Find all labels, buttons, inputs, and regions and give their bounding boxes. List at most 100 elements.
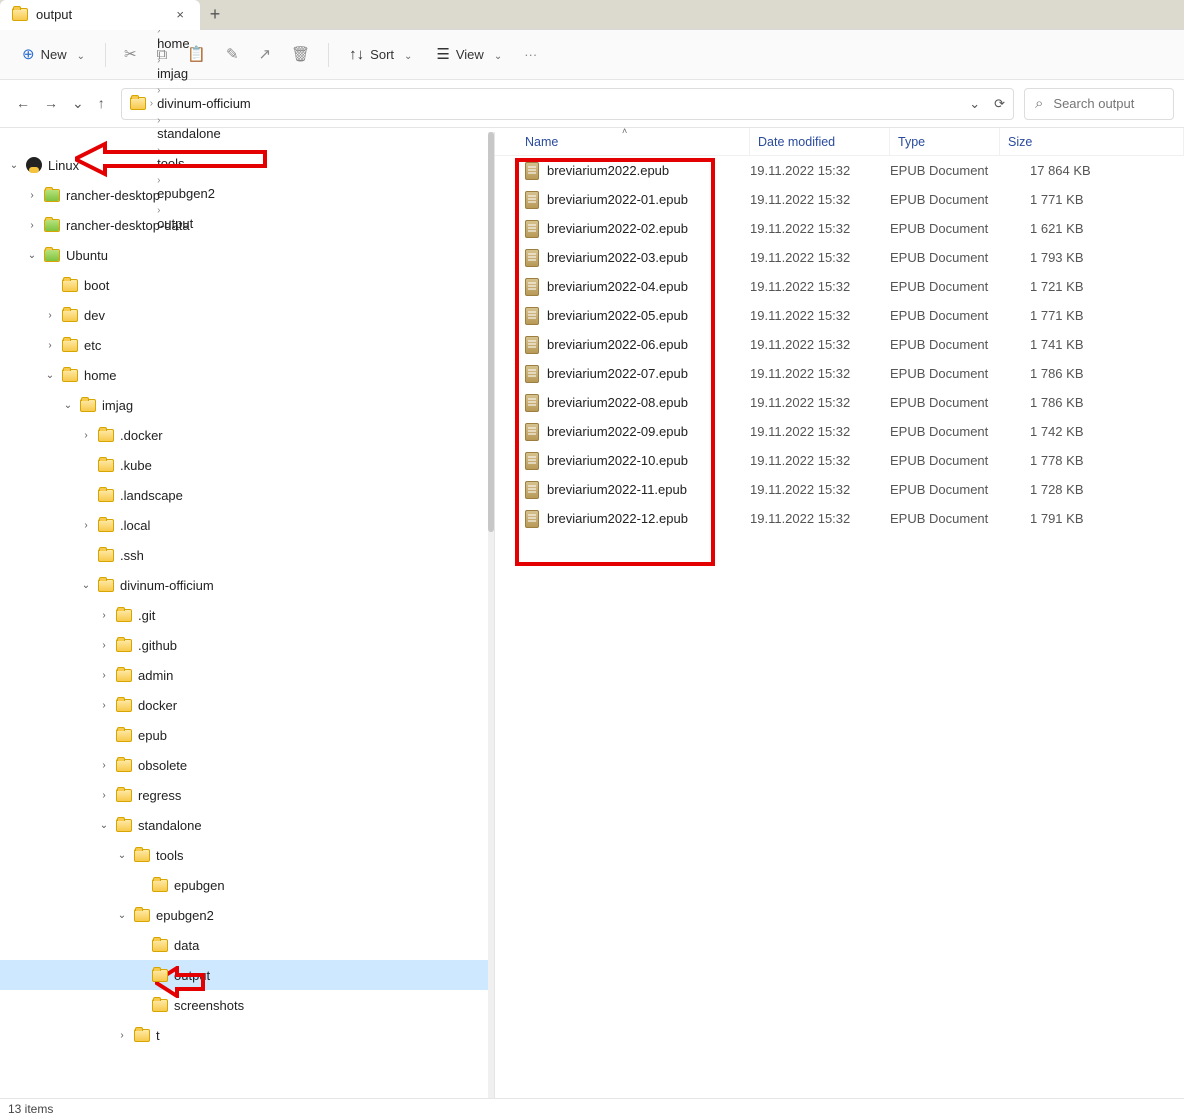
column-size[interactable]: Size	[1000, 128, 1184, 155]
chevron-down-icon[interactable]: ⌄	[8, 160, 20, 171]
column-name[interactable]: ˄ Name	[495, 128, 750, 155]
more-button[interactable]: ···	[516, 41, 545, 68]
chevron-down-icon[interactable]: ⌄	[26, 250, 38, 261]
tree-item-imjag[interactable]: ⌄imjag	[0, 390, 494, 420]
chevron-down-icon[interactable]: ⌄	[116, 850, 128, 861]
file-row[interactable]: breviarium2022-10.epub19.11.2022 15:32EP…	[495, 446, 1184, 475]
chevron-right-icon[interactable]: ›	[98, 790, 110, 801]
tree-item--github[interactable]: ›.github	[0, 630, 494, 660]
sort-button[interactable]: ↑↓ Sort	[339, 41, 422, 68]
share-button[interactable]: ↗	[251, 41, 280, 68]
tree-item-t[interactable]: ›t	[0, 1020, 494, 1050]
tree-item-label: screenshots	[174, 998, 244, 1013]
chevron-right-icon[interactable]: ›	[98, 670, 110, 681]
file-row[interactable]: breviarium2022-12.epub19.11.2022 15:32EP…	[495, 504, 1184, 533]
chevron-down-icon[interactable]: ⌄	[116, 910, 128, 921]
close-tab-icon[interactable]: ×	[172, 5, 188, 24]
file-row[interactable]: breviarium2022-09.epub19.11.2022 15:32EP…	[495, 417, 1184, 446]
scrollbar-thumb[interactable]	[488, 132, 494, 532]
tree-item-ubuntu[interactable]: ⌄Ubuntu	[0, 240, 494, 270]
file-name: breviarium2022-01.epub	[547, 192, 688, 207]
new-button[interactable]: ⊕ New	[12, 41, 95, 68]
chevron-down-icon[interactable]: ⌄	[62, 400, 74, 411]
tree-item-etc[interactable]: › etc	[0, 330, 494, 360]
chevron-down-icon[interactable]: ⌄	[98, 820, 110, 831]
tree-item-epubgen2[interactable]: ⌄epubgen2	[0, 900, 494, 930]
chevron-right-icon[interactable]: ›	[98, 610, 110, 621]
tree-item--landscape[interactable]: .landscape	[0, 480, 494, 510]
history-dropdown[interactable]: ⌄	[969, 96, 980, 112]
chevron-right-icon[interactable]: ›	[80, 430, 92, 441]
tree-item-standalone[interactable]: ⌄standalone	[0, 810, 494, 840]
file-row[interactable]: breviarium2022-04.epub19.11.2022 15:32EP…	[495, 272, 1184, 301]
chevron-right-icon[interactable]: ›	[116, 1030, 128, 1041]
search-input[interactable]	[1051, 95, 1163, 112]
file-row[interactable]: breviarium2022-06.epub19.11.2022 15:32EP…	[495, 330, 1184, 359]
column-date[interactable]: Date modified	[750, 128, 890, 155]
tree-item-data[interactable]: data	[0, 930, 494, 960]
tree-item-tools[interactable]: ⌄tools	[0, 840, 494, 870]
refresh-button[interactable]: ⟳	[994, 96, 1005, 112]
chevron-down-icon[interactable]: ⌄	[80, 580, 92, 591]
tree-item-label: data	[174, 938, 199, 953]
file-type: EPUB Document	[890, 482, 1000, 497]
back-button[interactable]: ←	[16, 95, 30, 112]
file-list: ˄ Name Date modified Type Size breviariu…	[495, 128, 1184, 1098]
tree-item-rancher-desktop[interactable]: ›rancher-desktop	[0, 180, 494, 210]
breadcrumb[interactable]: › Linux›Ubuntu›home›imjag›divinum-offici…	[121, 88, 1014, 120]
chevron-right-icon[interactable]: ›	[98, 700, 110, 711]
recent-button[interactable]: ⌄	[72, 95, 84, 112]
tree-item-epubgen[interactable]: epubgen	[0, 870, 494, 900]
file-row[interactable]: breviarium2022-11.epub19.11.2022 15:32EP…	[495, 475, 1184, 504]
chevron-right-icon[interactable]: ›	[26, 190, 38, 201]
tab-output[interactable]: output ×	[0, 0, 200, 30]
tree-item-screenshots[interactable]: screenshots	[0, 990, 494, 1020]
chevron-right-icon[interactable]: ›	[44, 340, 56, 351]
cut-button[interactable]: ✂	[116, 41, 145, 68]
chevron-down-icon[interactable]: ⌄	[44, 370, 56, 381]
chevron-right-icon[interactable]: ›	[98, 640, 110, 651]
chevron-right-icon[interactable]: ›	[44, 310, 56, 321]
tree-item-admin[interactable]: ›admin	[0, 660, 494, 690]
tree-item-divinum-officium[interactable]: ⌄divinum-officium	[0, 570, 494, 600]
chevron-right-icon[interactable]: ›	[26, 220, 38, 231]
chevron-right-icon[interactable]: ›	[98, 760, 110, 771]
tree-item-obsolete[interactable]: ›obsolete	[0, 750, 494, 780]
tree-item-docker[interactable]: ›docker	[0, 690, 494, 720]
tree-item--ssh[interactable]: .ssh	[0, 540, 494, 570]
tree-item-rancher-desktop-data[interactable]: ›rancher-desktop-data	[0, 210, 494, 240]
file-row[interactable]: breviarium2022-02.epub19.11.2022 15:32EP…	[495, 214, 1184, 243]
view-button[interactable]: ☰ View	[426, 41, 512, 68]
tree-item--kube[interactable]: .kube	[0, 450, 494, 480]
tree-item--docker[interactable]: ›.docker	[0, 420, 494, 450]
breadcrumb-item[interactable]: imjag	[157, 66, 251, 81]
tree-item-regress[interactable]: ›regress	[0, 780, 494, 810]
tree-item-epub[interactable]: epub	[0, 720, 494, 750]
file-row[interactable]: breviarium2022.epub19.11.2022 15:32EPUB …	[495, 156, 1184, 185]
tree-item--local[interactable]: ›.local	[0, 510, 494, 540]
column-type[interactable]: Type	[890, 128, 1000, 155]
tree-item-dev[interactable]: ›dev	[0, 300, 494, 330]
status-item-count: 13 items	[8, 1102, 53, 1116]
breadcrumb-item[interactable]: home	[157, 36, 251, 51]
tree-item-linux[interactable]: ⌄Linux	[0, 150, 494, 180]
tree-item-label: etc	[84, 338, 101, 353]
tree-item-boot[interactable]: boot	[0, 270, 494, 300]
file-row[interactable]: breviarium2022-03.epub19.11.2022 15:32EP…	[495, 243, 1184, 272]
file-date: 19.11.2022 15:32	[750, 250, 890, 265]
file-date: 19.11.2022 15:32	[750, 424, 890, 439]
tree-item--git[interactable]: ›.git	[0, 600, 494, 630]
file-row[interactable]: breviarium2022-05.epub19.11.2022 15:32EP…	[495, 301, 1184, 330]
tree-item-output[interactable]: output	[0, 960, 494, 990]
delete-button[interactable]: 🗑	[283, 41, 318, 68]
file-row[interactable]: breviarium2022-08.epub19.11.2022 15:32EP…	[495, 388, 1184, 417]
tree-item-home[interactable]: ⌄home	[0, 360, 494, 390]
search-box[interactable]: ⌕	[1024, 88, 1174, 120]
chevron-right-icon[interactable]: ›	[80, 520, 92, 531]
up-button[interactable]: ↑	[98, 95, 105, 112]
forward-button[interactable]: →	[44, 95, 58, 112]
file-row[interactable]: breviarium2022-01.epub19.11.2022 15:32EP…	[495, 185, 1184, 214]
breadcrumb-item[interactable]: divinum-officium	[157, 96, 251, 111]
scrollbar[interactable]	[488, 132, 494, 1098]
file-row[interactable]: breviarium2022-07.epub19.11.2022 15:32EP…	[495, 359, 1184, 388]
